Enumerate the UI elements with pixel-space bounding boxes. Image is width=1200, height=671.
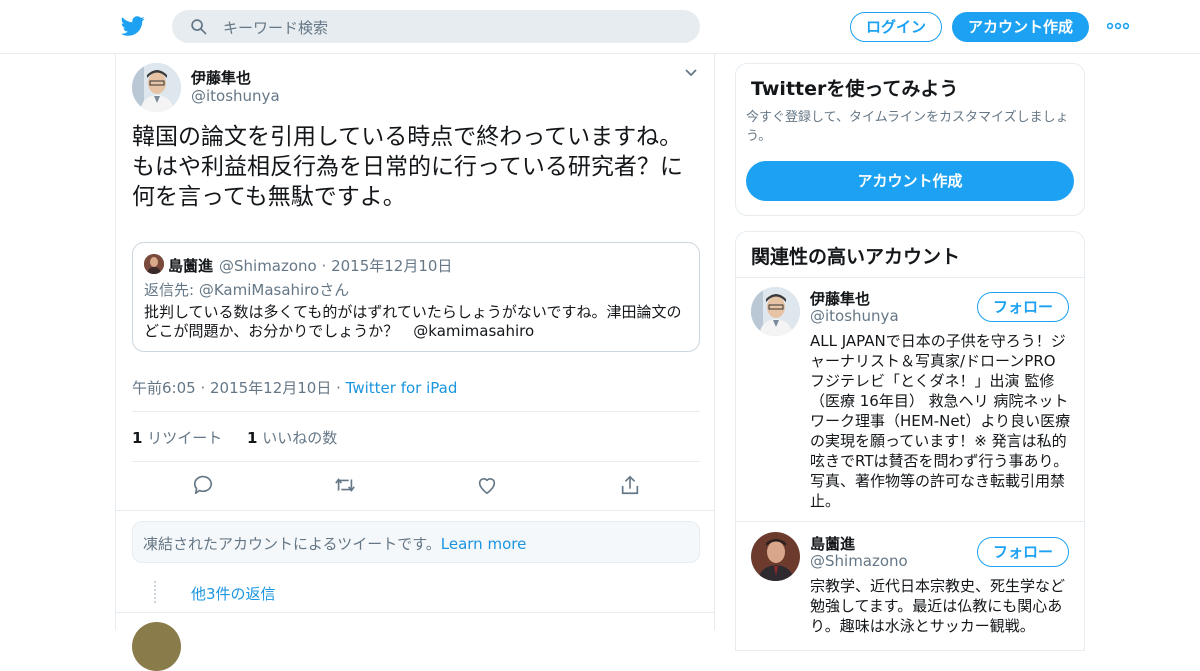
search-input[interactable]: キーワード検索 <box>223 17 328 38</box>
divider <box>132 411 700 412</box>
reply-prefix: 返信先: <box>144 281 199 299</box>
quoted-author-handle: @Shimazono <box>219 257 317 275</box>
suspended-account-notice: 凍結されたアカウントによるツイートです。Learn more <box>132 521 700 563</box>
related-account-bio: ALL JAPANで日本の子供を守ろう！ジャーナリスト＆写真家/ドローンPRO … <box>810 332 1071 510</box>
related-account-handle[interactable]: @itoshunya <box>810 307 899 325</box>
quoted-date: 2015年12月10日 <box>331 257 453 275</box>
like-heart-icon[interactable] <box>475 474 499 496</box>
login-button[interactable]: ログイン <box>850 12 942 42</box>
quoted-mention-link[interactable]: @kamimasahiro <box>413 322 534 340</box>
separator-dot: · <box>321 257 332 275</box>
avatar-portrait-icon <box>751 287 800 336</box>
divider <box>116 510 714 511</box>
tweet-text: 韓国の論文を引用している時点で終わっていますね。もはや利益相反行為を日常的に行っ… <box>132 124 683 210</box>
retweet-icon[interactable] <box>333 474 357 496</box>
signup-card-description: 今すぐ登録して、タイムラインをカスタマイズしましょう。 <box>746 110 1069 144</box>
search-icon <box>191 19 207 35</box>
next-reply-partial <box>116 612 714 671</box>
retweet-stat[interactable]: 1 リツイート <box>132 429 222 447</box>
share-icon[interactable] <box>618 474 642 496</box>
top-bar: キーワード検索 ログイン アカウント作成 <box>0 0 1200 54</box>
related-account-avatar[interactable] <box>751 287 800 336</box>
notice-text: 凍結されたアカウントによるツイートです。 <box>143 535 441 553</box>
tweet-timestamp[interactable]: 午前6:05 · 2015年12月10日 · <box>132 379 346 397</box>
quoted-author-avatar <box>144 254 164 274</box>
related-account-name[interactable]: 伊藤隼也 <box>810 288 870 309</box>
reply-icon[interactable] <box>192 474 214 496</box>
author-name[interactable]: 伊藤隼也 <box>191 67 251 88</box>
author-handle[interactable]: @itoshunya <box>191 87 280 105</box>
tweet-source-link[interactable]: Twitter for iPad <box>346 379 458 397</box>
retweet-stat-label: リツイート <box>142 429 223 447</box>
signup-button[interactable]: アカウント作成 <box>952 12 1089 42</box>
signup-card-title: Twitterを使ってみよう <box>751 78 959 100</box>
chevron-down-icon[interactable] <box>684 68 698 78</box>
tweet-column: 伊藤隼也 @itoshunya 韓国の論文を引用している時点で終わっていますね。… <box>115 54 715 671</box>
avatar-portrait-icon <box>144 254 164 274</box>
divider <box>736 521 1084 522</box>
quoted-author-meta: @Shimazono · 2015年12月10日 <box>219 255 452 276</box>
quoted-tweet[interactable]: 島薗進 @Shimazono · 2015年12月10日 返信先: @KamiM… <box>132 242 700 352</box>
divider <box>132 461 700 462</box>
like-count: 1 <box>247 429 258 447</box>
more-options-icon[interactable] <box>1107 22 1129 30</box>
like-stat[interactable]: 1 いいねの数 <box>247 429 337 447</box>
tweet-metadata: 午前6:05 · 2015年12月10日 · Twitter for iPad <box>132 377 457 398</box>
avatar-portrait-icon <box>132 63 181 112</box>
search-box[interactable]: キーワード検索 <box>172 10 700 43</box>
quoted-author-name: 島薗進 <box>168 257 214 275</box>
tweet-actions <box>132 474 700 498</box>
reply-to-link[interactable]: @KamiMasahiroさん <box>199 281 349 299</box>
related-accounts-title: 関連性の高いアカウント <box>751 246 961 268</box>
twitter-logo-icon[interactable] <box>120 14 146 38</box>
related-account-avatar[interactable] <box>751 532 800 581</box>
related-accounts-card: 関連性の高いアカウント 伊藤隼也 @itoshunya フォロー ALL JAP… <box>735 231 1085 651</box>
related-account-name[interactable]: 島薗進 <box>810 533 855 554</box>
author-avatar[interactable] <box>132 63 181 112</box>
tweet-stats: 1 リツイート 1 いいねの数 <box>132 427 337 448</box>
like-stat-label: いいねの数 <box>257 429 338 447</box>
follow-button[interactable]: フォロー <box>977 292 1069 322</box>
divider <box>736 277 1084 278</box>
signup-card: Twitterを使ってみよう 今すぐ登録して、タイムラインをカスタマイズしましょ… <box>735 63 1085 216</box>
next-reply-avatar <box>132 622 181 671</box>
related-account-bio: 宗教学、近代日本宗教史、死生学など勉強してます。最近は仏教にも関心あり。趣味は水… <box>810 577 1066 635</box>
learn-more-link[interactable]: Learn more <box>441 535 527 553</box>
quoted-tweet-text: 批判している数は多くても的がはずれていたらしょうがないですね。津田論文のどこが問… <box>144 303 694 341</box>
retweet-count: 1 <box>132 429 143 447</box>
reply-to-line: 返信先: @KamiMasahiroさん <box>144 279 349 300</box>
signup-card-button[interactable]: アカウント作成 <box>746 161 1074 201</box>
thread-connector <box>154 581 156 603</box>
follow-button[interactable]: フォロー <box>977 537 1069 567</box>
more-replies-link[interactable]: 他3件の返信 <box>191 583 276 604</box>
related-account-handle[interactable]: @Shimazono <box>810 552 908 570</box>
avatar-portrait-icon <box>751 532 800 581</box>
